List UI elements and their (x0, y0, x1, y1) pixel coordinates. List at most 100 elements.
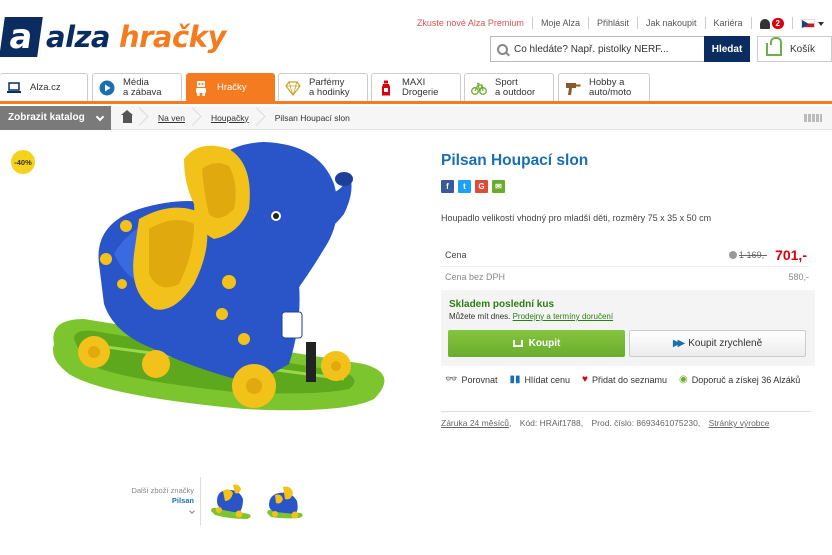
notification-badge: 2 (771, 18, 784, 30)
divider (200, 477, 201, 525)
language-selector[interactable] (792, 17, 832, 29)
info-icon[interactable] (729, 250, 738, 259)
breadcrumb-item-houpacky[interactable]: Houpačky (199, 106, 263, 130)
facebook-icon[interactable]: f (441, 180, 454, 193)
notifications-button[interactable]: 2 (750, 16, 792, 30)
product-actions: 👓 Porovnat ▮▮ Hlídat cenu ♥ Přidat do sezna… (445, 374, 812, 385)
compare-action[interactable]: 👓 Porovnat (445, 374, 497, 385)
search-input[interactable] (514, 43, 694, 55)
search-button[interactable]: Hledat (704, 36, 750, 62)
chevron-down-icon (95, 112, 105, 121)
show-catalog-label: Zobrazit katalog (8, 112, 85, 123)
home-icon (121, 110, 133, 123)
robot-icon (196, 80, 206, 96)
breadcrumb-item-na-ven[interactable]: Na ven (146, 106, 199, 130)
old-price: 1 169,- (739, 249, 768, 260)
social-share: f t G ✉ (441, 180, 509, 193)
product-title: Pilsan Houpací slon (441, 152, 589, 169)
logo-a-icon: a (0, 17, 43, 57)
breadcrumb-home[interactable] (111, 106, 146, 130)
compare-label: Porovnat (461, 374, 498, 385)
breadcrumb: Zobrazit katalog Na ven Houpačky Pilsan … (0, 105, 832, 130)
twitter-icon[interactable]: t (458, 180, 471, 193)
product-code: Kód: HRAif1788, (519, 418, 584, 428)
net-price-row: Cena bez DPH 580,- (441, 268, 809, 286)
discount-badge: -40% (11, 150, 35, 174)
stock-status: Skladem poslední kus (449, 299, 555, 310)
add-to-list-label: Přidat do seznamu (591, 374, 668, 385)
basket-icon (512, 340, 523, 347)
bicycle-icon (471, 82, 487, 95)
login-link[interactable]: Přihlásit (587, 17, 637, 29)
price-row: Cena 1 169,- 701,- (441, 243, 809, 267)
product-description: Houpadlo velikostí vhodný pro mladší dět… (441, 213, 712, 223)
top-links: Zkuste nové Alza Premium Moje Alza Přihl… (409, 16, 832, 30)
watch-price-action[interactable]: ▮▮ Hlídat cenu (509, 374, 570, 385)
tab-hobby[interactable]: Hobby a auto/moto (558, 73, 650, 101)
current-price: 701,- (775, 246, 807, 263)
thumbnail-2[interactable] (263, 481, 307, 521)
logo-text-alza: alza (46, 20, 110, 54)
tab-toys[interactable]: Hračky (186, 73, 275, 101)
tab-perfume[interactable]: Parfémy a hodinky (278, 73, 368, 101)
layout-grid-icon[interactable] (804, 114, 822, 122)
brand-more-label: Další zboží značky (131, 486, 194, 495)
drill-icon (566, 82, 581, 95)
stock-box: Skladem poslední kus Můžete mít dnes. Pr… (441, 290, 815, 366)
diamond-icon (285, 80, 301, 96)
product-image[interactable] (44, 134, 394, 454)
play-icon (99, 80, 115, 95)
show-catalog-button[interactable]: Zobrazit katalog (0, 105, 111, 130)
search-bar: Hledat (490, 36, 750, 62)
how-to-buy-link[interactable]: Jak nakoupit (636, 17, 705, 29)
tab-label: Média a zábava (123, 76, 162, 98)
price-label: Cena (445, 249, 467, 260)
tab-label: MAXI Drogerie (402, 76, 439, 98)
glasses-icon: 👓 (445, 374, 458, 385)
tab-sport[interactable]: Sport a outdoor (464, 73, 554, 101)
basket-icon (766, 36, 782, 56)
thumbnail-1[interactable] (209, 481, 253, 521)
delivery-terms-link[interactable]: Prodejny a termíny doručení (513, 312, 614, 321)
search-box[interactable] (490, 36, 704, 62)
tab-label: Alza.cz (30, 81, 61, 93)
alza-logo[interactable]: a alza hračky (0, 16, 226, 58)
brand-more-link[interactable]: Další zboží značky Pilsan (120, 486, 200, 516)
tab-label: Hobby a auto/moto (589, 76, 632, 98)
premium-link[interactable]: Zkuste nové Alza Premium (409, 17, 532, 29)
net-price-label: Cena bez DPH (445, 272, 506, 282)
my-alza-link[interactable]: Moje Alza (531, 17, 588, 29)
product-number: Prod. číslo: 8693461075230, (591, 418, 701, 428)
stock-availability: Můžete mít dnes. Prodejny a termíny doru… (449, 312, 613, 321)
tab-alza[interactable]: Alza.cz (0, 73, 88, 101)
fast-forward-icon: ▶▶ (672, 338, 686, 349)
quick-buy-button[interactable]: ▶▶ Koupit zrychleně (629, 330, 806, 357)
maker-site-link[interactable]: Stránky výrobce (709, 418, 770, 428)
search-icon (497, 43, 508, 55)
tab-label: Hračky (217, 81, 247, 93)
career-link[interactable]: Kariéra (704, 17, 751, 29)
add-to-list-action[interactable]: ♥ Přidat do seznamu (582, 374, 667, 385)
warranty-link[interactable]: Záruka 24 měsíců (441, 418, 509, 428)
stock-availability-text: Můžete mít dnes. (449, 312, 511, 321)
laptop-icon (7, 81, 21, 93)
cart-button[interactable]: Košík (757, 36, 832, 62)
bell-icon (759, 18, 770, 29)
category-tabs: Alza.cz Média a zábava Hračky Parfémy a … (0, 73, 832, 104)
heart-icon: ♥ (582, 374, 588, 385)
net-price: 580,- (788, 272, 809, 282)
recommend-action[interactable]: ◉ Doporuč a získej 36 Alzáků (679, 374, 800, 385)
recommend-label: Doporuč a získej 36 Alzáků (691, 374, 801, 385)
tab-drugstore[interactable]: MAXI Drogerie (371, 73, 461, 101)
brand-name: Pilsan (171, 496, 194, 505)
chevron-down-icon (818, 21, 824, 26)
tab-label: Sport a outdoor (495, 76, 536, 98)
google-plus-icon[interactable]: G (475, 180, 488, 193)
tab-media[interactable]: Média a zábava (92, 73, 182, 101)
buy-button[interactable]: Koupit (448, 330, 625, 357)
breadcrumb-item-current: Pilsan Houpací slon (274, 112, 350, 123)
email-icon[interactable]: ✉ (492, 180, 505, 193)
recommend-icon: ◉ (679, 374, 688, 385)
quick-buy-label: Koupit zrychleně (688, 338, 763, 349)
logo-text-hracky: hračky (118, 20, 226, 54)
